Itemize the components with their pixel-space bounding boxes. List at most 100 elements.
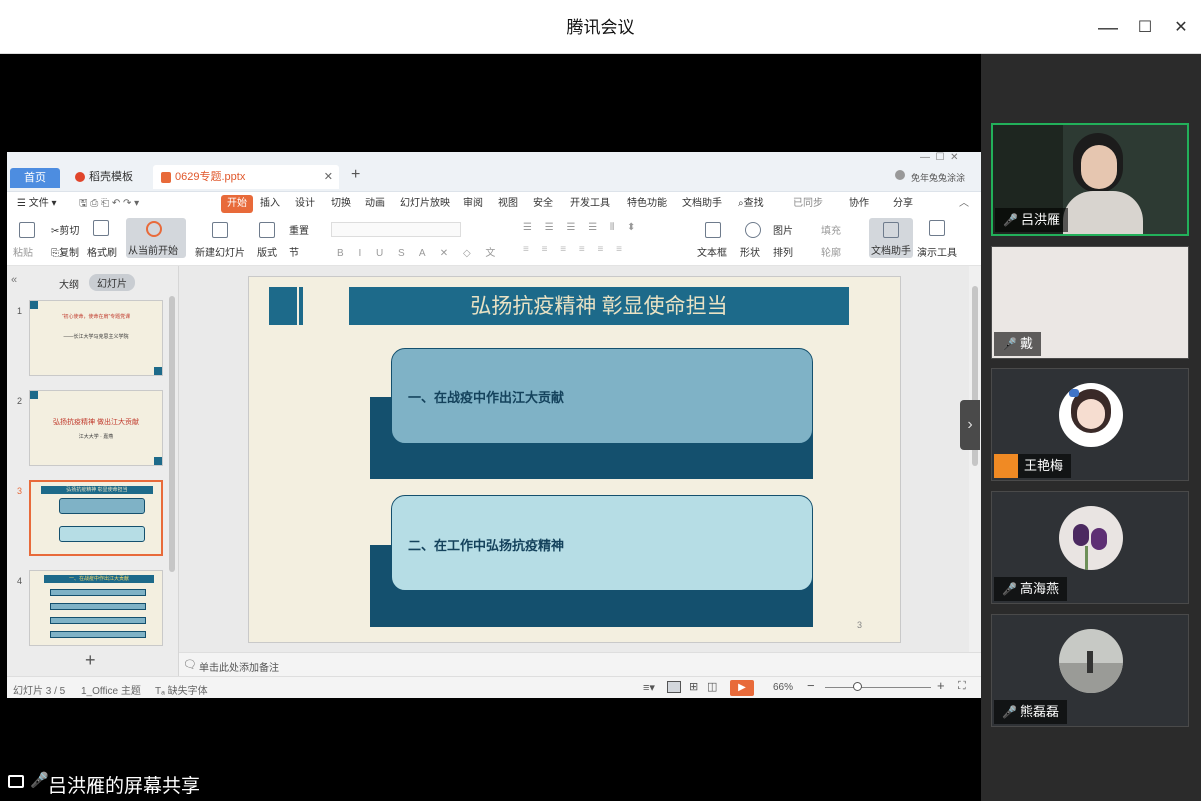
doc-assistant-label: 文档助手 bbox=[871, 246, 911, 257]
format-painter-icon[interactable] bbox=[93, 220, 109, 236]
align-buttons[interactable]: ≡ ≡ ≡ ≡ ≡ ≡ bbox=[523, 244, 627, 255]
ribbon-tab-animation[interactable]: 动画 bbox=[365, 195, 385, 213]
user-avatar[interactable] bbox=[895, 170, 905, 180]
slide-thumbnail-2[interactable]: 弘扬抗疫精神 做出江大贡献 江大大学 · 嘉燕 bbox=[29, 390, 163, 466]
thumb-scrollbar[interactable] bbox=[169, 296, 175, 572]
section-button[interactable]: 节 bbox=[289, 244, 299, 259]
close-button[interactable]: ✕ bbox=[1166, 14, 1196, 42]
avatar-flower bbox=[1073, 524, 1089, 546]
slide-canvas[interactable]: 弘扬抗疫精神 彰显使命担当 一、在战疫中作出江大贡献 二、在工作中弘扬抗疫精神 … bbox=[248, 276, 901, 643]
name-bar: 🎤 熊磊磊 bbox=[994, 700, 1068, 724]
file-menu[interactable]: ☰ 文件 ▾ bbox=[17, 195, 57, 213]
presentation-tools-label[interactable]: 演示工具 bbox=[917, 244, 957, 259]
arrange-button[interactable]: 排列 bbox=[773, 244, 793, 259]
zoom-slider[interactable] bbox=[825, 687, 931, 688]
shape-label[interactable]: 形状 bbox=[740, 244, 760, 259]
textbox-icon[interactable] bbox=[705, 222, 721, 238]
ribbon-tab-developer[interactable]: 开发工具 bbox=[570, 195, 610, 213]
participant-name: 熊磊磊 bbox=[1020, 704, 1060, 719]
play-slideshow-icon[interactable]: ▶ bbox=[730, 680, 754, 696]
new-slide-label[interactable]: 新建幻灯片 bbox=[195, 244, 245, 259]
ribbon-tab-review[interactable]: 审阅 bbox=[463, 195, 483, 213]
mic-muted-icon: 🎤 bbox=[1002, 705, 1017, 719]
collapse-ribbon-icon[interactable]: ︿ bbox=[959, 195, 969, 213]
sync-status[interactable]: 已同步 bbox=[793, 195, 823, 213]
notes-icon: 🗨 bbox=[183, 659, 197, 671]
participant-tile-3[interactable]: 王艳梅 bbox=[991, 368, 1189, 481]
wps-window-controls[interactable]: — ☐ ✕ bbox=[920, 152, 958, 163]
outline-button[interactable]: 轮廓 bbox=[821, 244, 841, 259]
vertical-scrollbar[interactable] bbox=[969, 266, 981, 676]
ribbon-tab-assistant[interactable]: 文档助手 bbox=[682, 195, 722, 213]
paragraph-buttons[interactable]: ☰ ☰ ☰ ☰ ⫴ ⬍ bbox=[523, 222, 640, 233]
ribbon-tab-transition[interactable]: 切换 bbox=[331, 195, 351, 213]
zoom-slider-handle[interactable] bbox=[853, 682, 862, 691]
notes-toggle-icon[interactable]: ≡▾ bbox=[643, 681, 655, 694]
close-tab-icon[interactable]: ✕ bbox=[324, 165, 333, 189]
zoom-in-icon[interactable]: + bbox=[937, 678, 945, 693]
layout-label[interactable]: 版式 bbox=[257, 244, 277, 259]
thumb-title: “初心使命，使命在肩”专题党课 bbox=[61, 314, 131, 320]
zoom-out-icon[interactable]: − bbox=[807, 678, 815, 693]
copy-button[interactable]: ⎘复制 bbox=[51, 244, 79, 259]
participant-tile-4[interactable]: 🎤 高海燕 bbox=[991, 491, 1189, 604]
new-tab-icon[interactable]: + bbox=[351, 166, 360, 184]
ribbon-toolbar: 粘贴 ✂剪切 ⎘复制 格式刷 从当前开始 新建幻灯片 版式 重置 节 B I U… bbox=[7, 216, 981, 266]
paste-icon[interactable] bbox=[19, 222, 35, 238]
slide-thumbnail-1[interactable]: “初心使命，使命在肩”专题党课 ——长江大学马克思主义学院 bbox=[29, 300, 163, 376]
presentation-tools-icon[interactable] bbox=[929, 220, 945, 236]
font-family-select[interactable] bbox=[331, 222, 461, 237]
participant-tile-1[interactable]: 🎤 吕洪雁 bbox=[991, 123, 1189, 236]
tab-pptx-file[interactable]: 0629专题.pptx ✕ bbox=[153, 165, 339, 189]
participant-tile-5[interactable]: 🎤 熊磊磊 bbox=[991, 614, 1189, 727]
minimize-button[interactable]: — bbox=[1093, 14, 1123, 42]
participant-tile-2[interactable]: 🎤 戴 bbox=[991, 246, 1189, 359]
ribbon-tab-features[interactable]: 特色功能 bbox=[627, 195, 667, 213]
normal-view-icon[interactable] bbox=[667, 681, 681, 693]
cut-button[interactable]: ✂剪切 bbox=[51, 222, 79, 237]
name-bar: 🎤 戴 bbox=[994, 332, 1042, 356]
ribbon-tab-start[interactable]: 开始 bbox=[221, 195, 253, 213]
add-slide-icon[interactable]: + bbox=[85, 650, 96, 671]
tab-templates[interactable]: 稻壳模板 bbox=[67, 165, 149, 189]
collapse-member-panel-icon[interactable]: › bbox=[960, 400, 980, 450]
ribbon-tab-slideshow[interactable]: 幻灯片放映 bbox=[400, 195, 450, 213]
fit-window-icon[interactable]: ⛶ bbox=[958, 680, 966, 693]
missing-font-button[interactable]: Tₐ 缺失字体 bbox=[155, 682, 208, 697]
maximize-button[interactable]: ☐ bbox=[1130, 14, 1160, 42]
slide-thumbnail-3-selected[interactable]: 弘扬抗疫精神 彰显使命担当 bbox=[29, 480, 163, 556]
share-button[interactable]: 分享 bbox=[893, 195, 913, 213]
picture-button[interactable]: 图片 bbox=[773, 222, 793, 237]
ribbon-tab-view[interactable]: 视图 bbox=[498, 195, 518, 213]
ribbon-tab-design[interactable]: 设计 bbox=[295, 195, 315, 213]
shape-icon[interactable] bbox=[745, 222, 761, 238]
reset-button[interactable]: 重置 bbox=[289, 222, 309, 237]
from-current-button[interactable]: 从当前开始 bbox=[126, 218, 186, 258]
search-command[interactable]: ⌕查找 bbox=[738, 195, 764, 213]
slide-thumbnail-4[interactable]: 一、在战疫中作出江大贡献 bbox=[29, 570, 163, 646]
ribbon-tab-insert[interactable]: 插入 bbox=[260, 195, 280, 213]
ribbon-tab-security[interactable]: 安全 bbox=[533, 195, 553, 213]
notes-bar[interactable]: 🗨 单击此处添加备注 bbox=[179, 652, 981, 676]
collapse-pane-icon[interactable]: « bbox=[11, 274, 17, 286]
content-box-1: 一、在战疫中作出江大贡献 bbox=[391, 348, 813, 444]
format-painter-label[interactable]: 格式刷 bbox=[87, 244, 117, 259]
doc-assistant-button[interactable]: 文档助手 bbox=[869, 218, 913, 258]
textbox-label[interactable]: 文本框 bbox=[697, 244, 727, 259]
slides-tab[interactable]: 幻灯片 bbox=[89, 274, 135, 291]
thumb-corner bbox=[154, 367, 162, 375]
collab-button[interactable]: 协作 bbox=[849, 195, 869, 213]
layout-icon[interactable] bbox=[259, 222, 275, 238]
thumb-corner bbox=[30, 301, 38, 309]
sorter-view-icon[interactable]: ⊞ bbox=[689, 680, 698, 693]
reading-view-icon[interactable]: ◫ bbox=[707, 680, 717, 693]
participant-name: 戴 bbox=[1020, 336, 1034, 351]
new-slide-icon[interactable] bbox=[212, 222, 228, 238]
zoom-level[interactable]: 66% bbox=[773, 682, 793, 693]
tab-home[interactable]: 首页 bbox=[10, 168, 60, 188]
quick-access-icons[interactable]: 🖫 ⎙ ⎗ ↶ ↷ ▾ bbox=[79, 195, 139, 213]
font-style-buttons[interactable]: B I U S A ✕ ◇ 文 bbox=[337, 244, 501, 259]
paste-label[interactable]: 粘贴 bbox=[13, 244, 33, 259]
outline-tab[interactable]: 大纲 bbox=[59, 276, 79, 291]
fill-button[interactable]: 填充 bbox=[821, 222, 841, 237]
